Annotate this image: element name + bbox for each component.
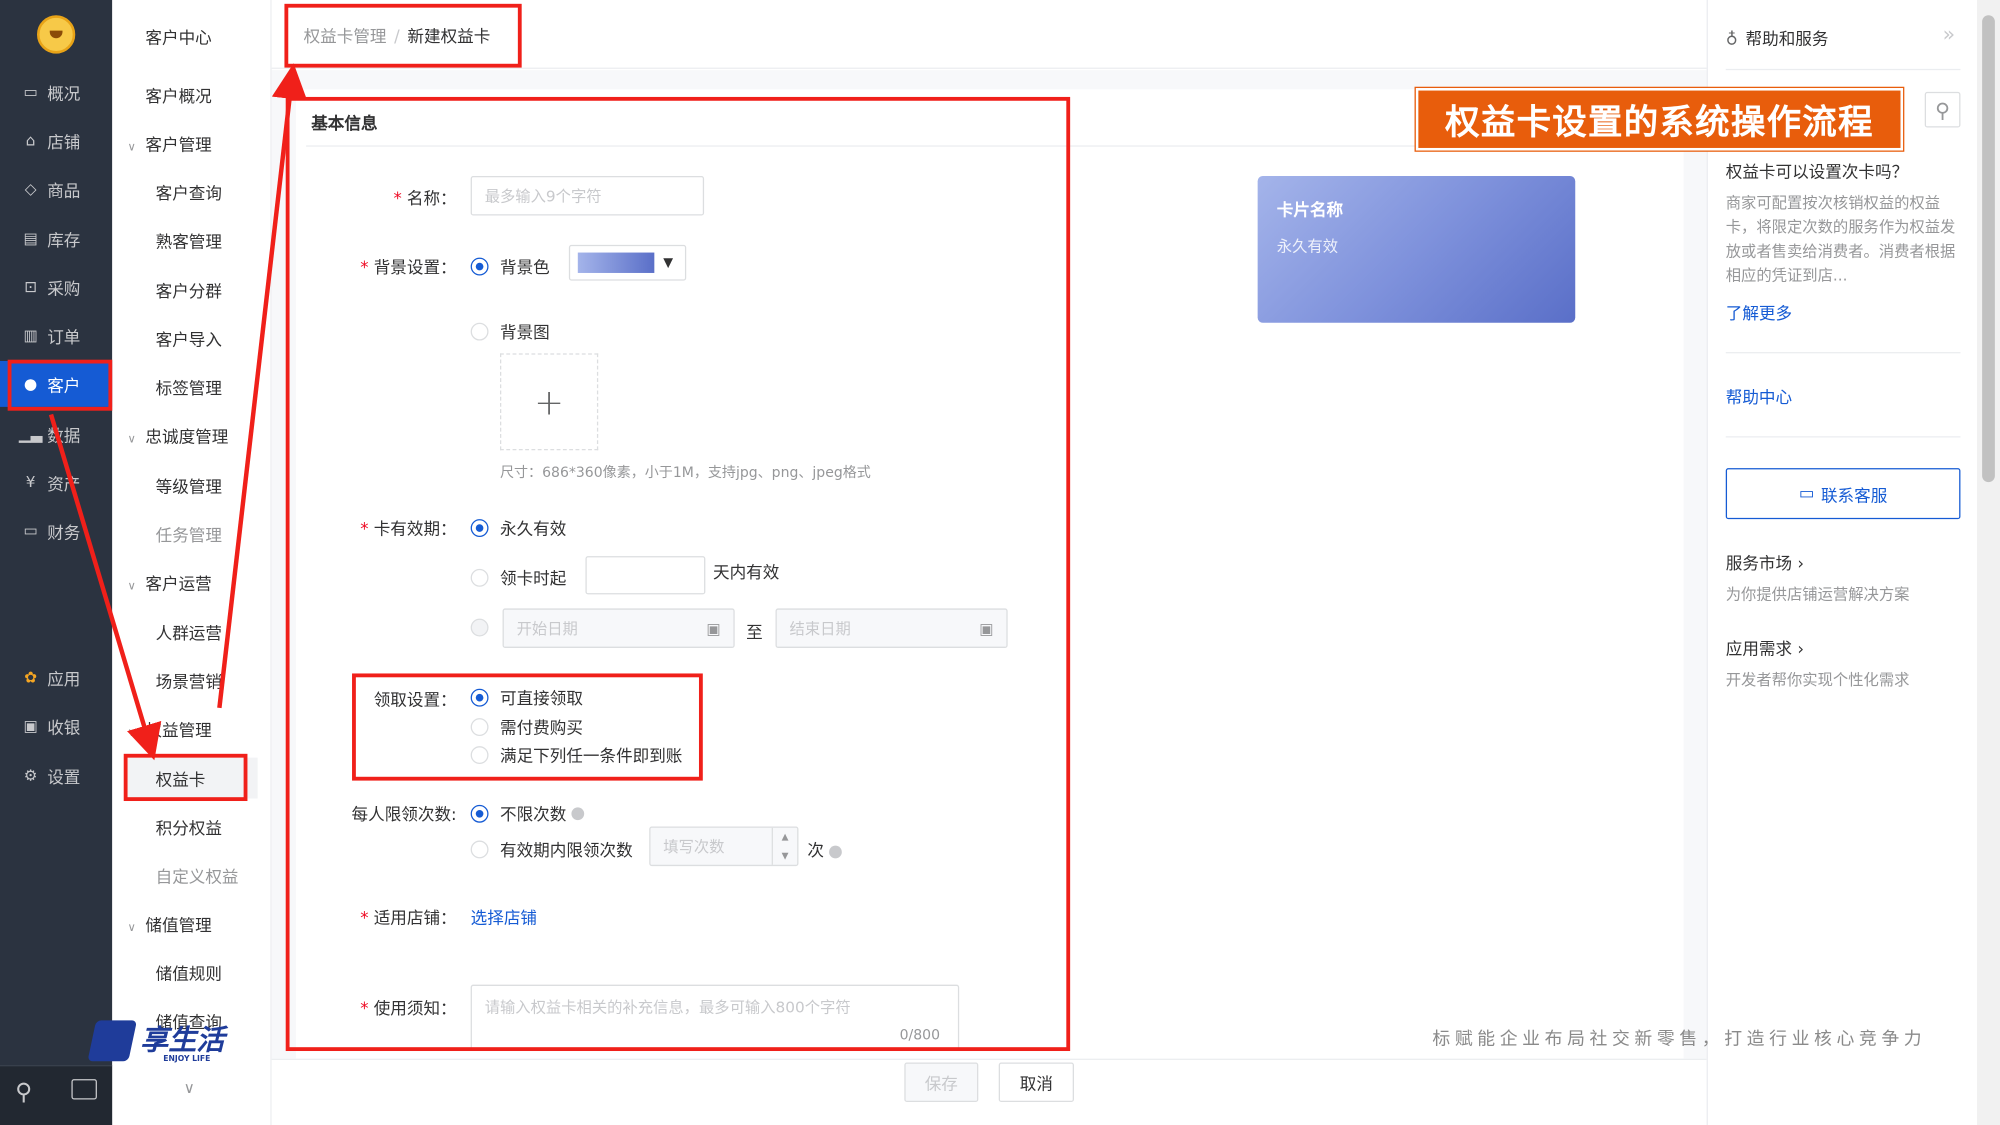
title-banner: 权益卡设置的系统操作流程 (1414, 86, 1905, 152)
watermark-slogan: 标赋能企业布局社交新零售，打造行业核心竞争力 (1432, 1029, 1927, 1050)
arrow-to-breadcrumb (217, 63, 308, 709)
brand-name: 享生活 (140, 1025, 225, 1058)
annotation-arrows (48, 63, 308, 761)
arrow-to-benefit-card (48, 413, 162, 761)
brand-mark-icon (87, 1020, 137, 1062)
brand-subtitle: ENJOY LIFE (163, 1054, 211, 1064)
brand-logo: 享生活 ENJOY LIFE (87, 1018, 258, 1069)
